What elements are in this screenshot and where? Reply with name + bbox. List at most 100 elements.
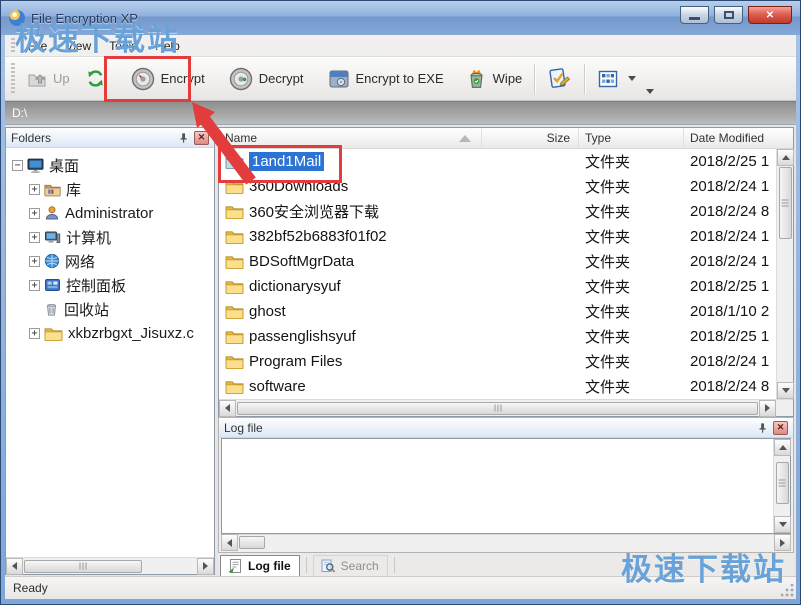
folders-close-icon[interactable]: ✕ bbox=[194, 131, 209, 145]
folders-horizontal-scrollbar[interactable] bbox=[6, 557, 214, 574]
refresh-button[interactable] bbox=[78, 64, 113, 93]
pin-icon[interactable] bbox=[176, 131, 191, 145]
file-row[interactable]: ghost文件夹2018/1/10 2 bbox=[219, 299, 776, 324]
file-date-modified: 2018/2/24 8 bbox=[684, 378, 776, 395]
expand-icon[interactable]: + bbox=[29, 208, 40, 219]
menu-item-file[interactable]: File bbox=[19, 37, 56, 55]
file-type: 文件夹 bbox=[579, 376, 684, 397]
scroll-left-arrow[interactable] bbox=[6, 558, 23, 575]
file-row[interactable]: dictionarysyuf文件夹2018/2/25 1 bbox=[219, 274, 776, 299]
decrypt-button[interactable]: Decrypt bbox=[221, 62, 312, 96]
up-label: Up bbox=[53, 71, 70, 86]
tree-item[interactable]: +计算机 bbox=[10, 225, 212, 249]
close-button[interactable]: ✕ bbox=[748, 6, 792, 24]
file-name: 360Downloads bbox=[249, 178, 348, 195]
file-row[interactable]: BDSoftMgrData文件夹2018/2/24 1 bbox=[219, 249, 776, 274]
file-list-vertical-scrollbar[interactable] bbox=[776, 149, 793, 399]
toolbar-separator bbox=[584, 64, 585, 94]
column-header-date-modified[interactable]: Date Modified bbox=[684, 128, 776, 148]
scrollbar-thumb[interactable] bbox=[237, 402, 758, 415]
recycle-bin-icon bbox=[44, 301, 59, 317]
wipe-label: Wipe bbox=[493, 71, 523, 86]
scroll-right-arrow[interactable] bbox=[774, 534, 791, 551]
file-date-modified: 2018/1/10 2 bbox=[684, 303, 776, 320]
file-row[interactable]: 1and1Mail文件夹2018/2/25 1 bbox=[219, 149, 776, 174]
tree-item[interactable]: 回收站 bbox=[10, 297, 212, 321]
tree-item[interactable]: +库 bbox=[10, 177, 212, 201]
file-row[interactable]: 360安全浏览器下载文件夹2018/2/24 8 bbox=[219, 199, 776, 224]
views-dropdown-caret bbox=[628, 76, 636, 81]
file-row[interactable]: software文件夹2018/2/24 8 bbox=[219, 374, 776, 399]
tree-item[interactable]: −桌面 bbox=[10, 153, 212, 177]
up-button[interactable]: Up bbox=[19, 65, 78, 93]
scroll-right-arrow[interactable] bbox=[197, 558, 214, 575]
menubar: FileViewToolsHelp bbox=[5, 35, 796, 57]
tab-search[interactable]: Search bbox=[313, 555, 388, 576]
search-icon bbox=[320, 558, 336, 574]
tree-item[interactable]: +xkbzrbgxt_Jisuxz.c bbox=[10, 321, 212, 345]
views-button[interactable] bbox=[589, 64, 644, 94]
scroll-right-arrow[interactable] bbox=[759, 400, 776, 417]
folder-icon bbox=[225, 329, 244, 344]
minimize-button[interactable] bbox=[680, 6, 709, 24]
status-text: Ready bbox=[13, 581, 48, 595]
menu-item-tools[interactable]: Tools bbox=[100, 37, 146, 55]
scrollbar-track[interactable] bbox=[777, 240, 793, 382]
tree-item[interactable]: +Administrator bbox=[10, 201, 212, 225]
scrollbar-thumb[interactable] bbox=[24, 560, 142, 573]
expand-icon[interactable]: + bbox=[29, 184, 40, 195]
maximize-button[interactable] bbox=[714, 6, 743, 24]
collapse-icon[interactable]: − bbox=[12, 160, 23, 171]
file-row[interactable]: Program Files文件夹2018/2/24 1 bbox=[219, 349, 776, 374]
file-name: 1and1Mail bbox=[249, 152, 324, 171]
scroll-left-arrow[interactable] bbox=[221, 534, 238, 551]
toolbar-overflow-caret[interactable] bbox=[646, 89, 654, 94]
log-close-icon[interactable]: ✕ bbox=[773, 421, 788, 435]
tree-item[interactable]: +网络 bbox=[10, 249, 212, 273]
log-vertical-scrollbar[interactable] bbox=[773, 439, 790, 533]
scrollbar-thumb[interactable] bbox=[239, 536, 265, 549]
address-bar[interactable]: D:\ bbox=[5, 101, 796, 125]
column-header-name[interactable]: Name bbox=[219, 128, 482, 148]
scroll-down-arrow[interactable] bbox=[777, 382, 794, 399]
wipe-button[interactable]: Wipe bbox=[458, 63, 531, 94]
file-date-modified: 2018/2/25 1 bbox=[684, 328, 776, 345]
scroll-down-arrow[interactable] bbox=[774, 516, 791, 533]
scroll-up-arrow[interactable] bbox=[774, 439, 791, 456]
scrollbar-track[interactable] bbox=[774, 505, 790, 516]
file-list-horizontal-scrollbar[interactable] bbox=[219, 399, 793, 416]
menu-item-view[interactable]: View bbox=[56, 37, 100, 55]
resize-grip[interactable] bbox=[781, 584, 794, 597]
column-header-type[interactable]: Type bbox=[579, 128, 684, 148]
options-button[interactable] bbox=[539, 62, 580, 95]
menubar-gripper[interactable] bbox=[11, 38, 15, 53]
pin-icon[interactable] bbox=[755, 421, 770, 435]
log-horizontal-scrollbar[interactable] bbox=[221, 534, 791, 550]
titlebar[interactable]: File Encryption XP ✕ bbox=[1, 1, 800, 35]
scroll-up-arrow[interactable] bbox=[777, 149, 794, 166]
decrypt-icon bbox=[229, 67, 253, 91]
file-row[interactable]: 382bf52b6883f01f02文件夹2018/2/24 1 bbox=[219, 224, 776, 249]
current-path: D:\ bbox=[12, 106, 27, 120]
scroll-left-arrow[interactable] bbox=[219, 400, 236, 417]
encrypt-exe-label: Encrypt to EXE bbox=[356, 71, 444, 86]
tab-label: Search bbox=[341, 559, 379, 573]
expand-icon[interactable]: + bbox=[29, 232, 40, 243]
menu-item-help[interactable]: Help bbox=[146, 37, 189, 55]
up-icon bbox=[27, 70, 47, 88]
scrollbar-thumb[interactable] bbox=[779, 167, 792, 239]
scrollbar-thumb[interactable] bbox=[776, 462, 789, 504]
expand-icon[interactable]: + bbox=[29, 280, 40, 291]
column-header-size[interactable]: Size bbox=[482, 128, 579, 148]
tab-log-file[interactable]: Log file bbox=[220, 555, 300, 576]
log-textarea[interactable] bbox=[221, 438, 791, 534]
expand-icon[interactable]: + bbox=[29, 328, 40, 339]
file-date-modified: 2018/2/24 1 bbox=[684, 228, 776, 245]
file-row[interactable]: passenglishsyuf文件夹2018/2/25 1 bbox=[219, 324, 776, 349]
expand-icon[interactable]: + bbox=[29, 256, 40, 267]
encrypt-to-exe-button[interactable]: Encrypt to EXE bbox=[320, 64, 452, 94]
toolbar-gripper[interactable] bbox=[11, 63, 15, 93]
encrypt-button[interactable]: Encrypt bbox=[123, 62, 213, 96]
file-row[interactable]: 360Downloads文件夹2018/2/24 1 bbox=[219, 174, 776, 199]
tree-item[interactable]: +控制面板 bbox=[10, 273, 212, 297]
